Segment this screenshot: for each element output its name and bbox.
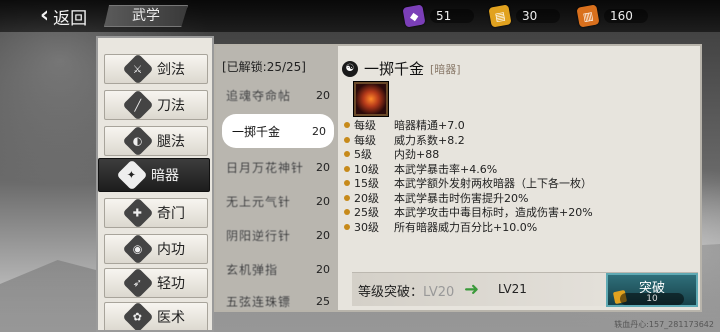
bullet-icon	[344, 165, 350, 172]
currency-gold[interactable]: ▤ 30	[488, 4, 560, 28]
shuriken-icon: ✦	[116, 159, 148, 191]
skill-level: 20	[316, 262, 330, 276]
breakthrough-label: 等级突破：	[358, 285, 424, 300]
hidden-weapon-skill-icon	[354, 82, 388, 116]
skill-level: 20	[316, 160, 330, 174]
skill-name: 日月万花神针	[226, 160, 305, 175]
page-title: 武学	[104, 5, 188, 27]
currency-value: 51	[430, 9, 474, 23]
breakthrough-bar: 等级突破：LV20 ➜ LV21 突破 10	[352, 272, 698, 307]
category-sidebar: ⚔ 剑法 ╱ 刀法 ◐ 腿法 ✦ 暗器 ✚ 奇门 ◉ 内功 ➶ 轻功 ✿ 医术	[96, 36, 214, 332]
current-level: LV20	[423, 285, 455, 300]
skill-detail: ☯ 一掷千金 [暗器] 每级 暗器精通+7.0 每级 威力系数+8.2 5级 内劲+8…	[338, 46, 700, 310]
effect-row: 每级 暗器精通+7.0	[344, 118, 696, 132]
skill-name: 玄机弹指	[226, 262, 279, 277]
category-sword[interactable]: ⚔ 剑法	[104, 53, 208, 85]
inner-power-icon: ◉	[122, 233, 154, 265]
category-label: 腿法	[157, 134, 185, 150]
skill-level: 20	[316, 228, 330, 242]
skill-level: 20	[316, 194, 330, 208]
kick-icon: ◐	[122, 125, 154, 157]
skill-item[interactable]: 五弦连珠镖 25	[216, 284, 338, 310]
effect-row: 25级 本武学攻击中毒目标时，造成伤害+20%	[344, 205, 696, 219]
odd-weapon-icon: ✚	[122, 197, 154, 229]
skill-level: 20	[316, 88, 330, 102]
bullet-icon	[344, 209, 350, 215]
skill-name: 阴阳逆行针	[226, 228, 292, 243]
skill-name: 无上元气针	[226, 194, 292, 209]
blade-icon: ╱	[122, 89, 154, 121]
bullet-icon	[344, 180, 350, 186]
skill-item[interactable]: 阴阳逆行针 20	[216, 218, 338, 252]
skill-name: 五弦连珠镖	[226, 294, 292, 309]
currency-book[interactable]: ▥ 160	[576, 4, 648, 28]
skill-item[interactable]: 玄机弹指 20	[216, 252, 338, 286]
category-kick[interactable]: ◐ 腿法	[104, 125, 208, 157]
skill-name: 一掷千金	[232, 124, 281, 139]
chevron-left-icon: ‹	[40, 3, 50, 28]
bullet-icon	[344, 151, 350, 157]
category-inner-power[interactable]: ◉ 内功	[104, 233, 208, 265]
effect-row: 10级 本武学暴击率+4.6%	[344, 162, 696, 176]
skill-item-selected[interactable]: 一掷千金 20	[222, 114, 334, 148]
top-bar: ‹ 返回 武学 ◆ 51 ▤ 30 ▥ 160	[0, 0, 720, 32]
effects-list: 每级 暗器精通+7.0 每级 威力系数+8.2 5级 内劲+88 10级 本武学暴击率+…	[344, 118, 696, 234]
effect-text: 所有暗器威力百分比+10.0%	[394, 220, 538, 234]
arrow-right-icon: ➜	[464, 279, 480, 300]
purple-token-icon: ◆	[402, 4, 426, 28]
currency-value: 30	[516, 9, 560, 23]
bullet-icon	[344, 136, 350, 143]
bullet-icon	[344, 223, 350, 230]
skill-panel: [已解锁:25/25] 追魂夺命帖 20 一掷千金 20 日月万花神针 20 无…	[214, 44, 702, 312]
book-icon: ▥	[576, 4, 600, 28]
breakthrough-button[interactable]: 突破 10	[606, 273, 698, 307]
skill-name: 追魂夺命帖	[226, 88, 292, 103]
skill-item[interactable]: 无上元气针 20	[216, 184, 338, 218]
category-label: 剑法	[157, 62, 185, 78]
currency-value: 160	[604, 9, 648, 23]
category-blade[interactable]: ╱ 刀法	[104, 89, 208, 121]
next-level: LV21	[498, 282, 527, 296]
sword-icon: ⚔	[122, 53, 154, 85]
back-label: 返回	[53, 8, 88, 29]
skill-title-type: [暗器]	[430, 62, 461, 76]
skill-type-icon: ☯	[342, 60, 358, 77]
category-label: 奇门	[157, 206, 185, 222]
category-label: 医术	[157, 310, 185, 326]
category-label: 轻功	[157, 276, 185, 292]
category-hidden-weapon[interactable]: ✦ 暗器	[98, 158, 210, 192]
skill-list[interactable]: [已解锁:25/25] 追魂夺命帖 20 一掷千金 20 日月万花神针 20 无…	[216, 46, 338, 310]
skill-item[interactable]: 日月万花神针 20	[216, 150, 338, 184]
category-odd-weapon[interactable]: ✚ 奇门	[104, 197, 208, 229]
effect-row: 15级 本武学额外发射两枚暗器（上下各一枚）	[344, 176, 696, 190]
effect-row: 20级 本武学暴击时伤害提升20%	[344, 191, 696, 205]
effect-row: 30级 所有暗器威力百分比+10.0%	[344, 220, 696, 234]
effect-row: 每级 威力系数+8.2	[344, 133, 696, 147]
category-lightness[interactable]: ➶ 轻功	[104, 267, 208, 299]
breakthrough-cost: 10	[620, 293, 684, 305]
category-medicine[interactable]: ✿ 医术	[104, 301, 208, 330]
currency-purple[interactable]: ◆ 51	[402, 4, 474, 28]
skill-title-name: 一掷千金	[364, 60, 425, 78]
skill-title: ☯ 一掷千金 [暗器]	[342, 58, 461, 79]
watermark: 轶血丹心:157_281173642	[614, 320, 714, 329]
category-label: 刀法	[157, 98, 185, 114]
category-label: 内功	[157, 242, 185, 258]
medicine-icon: ✿	[122, 301, 154, 330]
skill-level: 20	[312, 124, 326, 138]
category-label: 暗器	[151, 168, 179, 184]
effect-row: 5级 内劲+88	[344, 147, 696, 161]
skill-item[interactable]: 追魂夺命帖 20	[216, 78, 338, 112]
breakthrough-label-row: 等级突破：LV20	[358, 281, 454, 300]
bullet-icon	[344, 122, 350, 128]
back-button[interactable]: ‹ 返回	[40, 3, 88, 29]
lightness-icon: ➶	[122, 267, 154, 299]
bullet-icon	[344, 194, 350, 201]
skill-level: 25	[316, 294, 330, 308]
effect-level: 30级	[354, 220, 379, 234]
unlock-count: [已解锁:25/25]	[222, 60, 306, 74]
gold-scroll-icon: ▤	[488, 4, 512, 28]
